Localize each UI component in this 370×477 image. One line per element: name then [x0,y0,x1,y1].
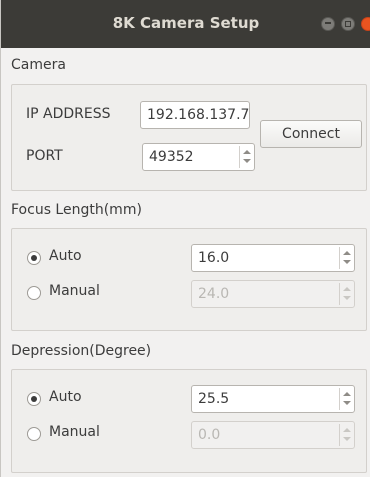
focus-manual-value: 24.0 [198,286,230,302]
depression-manual-radio[interactable] [27,427,41,441]
focus-manual-label: Manual [49,283,100,299]
depression-manual-stepper [339,424,352,446]
window-title: 8K Camera Setup [112,14,260,32]
spin-up-icon [343,287,351,291]
depression-section-label: Depression(Degree) [11,343,152,359]
depression-manual-value: 0.0 [198,427,221,443]
depression-manual-spinbox: 0.0 [191,421,355,449]
port-spinbox[interactable]: 49352 [142,143,255,171]
spin-down-icon [343,296,351,300]
focus-manual-stepper [339,283,352,305]
maximize-icon[interactable] [341,17,355,31]
spin-down-icon[interactable] [343,260,351,264]
connect-button[interactable]: Connect [260,120,362,148]
focus-manual-radio[interactable] [27,286,41,300]
depression-auto-label: Auto [49,389,82,405]
depression-manual-label: Manual [49,424,100,440]
camera-setup-window: 8K Camera Setup Camera IP ADDRESS 192.16… [0,0,370,477]
spin-down-icon[interactable] [243,159,251,163]
focus-auto-stepper[interactable] [339,247,352,269]
focus-group: Auto 16.0 Manual 24.0 [11,228,367,331]
focus-auto-spinbox[interactable]: 16.0 [191,244,355,272]
minimize-icon[interactable] [321,17,335,31]
focus-auto-label: Auto [49,248,82,264]
depression-auto-radio[interactable] [27,392,41,406]
focus-manual-spinbox: 24.0 [191,280,355,308]
camera-section-label: Camera [11,57,66,73]
ip-address-label: IP ADDRESS [26,106,111,122]
depression-group: Auto 25.5 Manual 0.0 [11,369,367,473]
focus-section-label: Focus Length(mm) [11,202,142,218]
focus-auto-value: 16.0 [198,250,230,266]
ip-address-input[interactable]: 192.168.137.70 [140,101,250,129]
close-icon[interactable] [361,17,370,31]
depression-auto-stepper[interactable] [339,388,352,410]
depression-auto-value: 25.5 [198,391,230,407]
title-bar[interactable]: 8K Camera Setup [1,0,370,48]
spin-up-icon[interactable] [343,392,351,396]
port-value: 49352 [149,149,194,165]
spin-up-icon[interactable] [343,251,351,255]
spin-up-icon [343,428,351,432]
port-label: PORT [26,148,63,164]
spin-down-icon[interactable] [343,401,351,405]
camera-group: IP ADDRESS 192.168.137.70 Connect PORT 4… [11,84,367,191]
spin-up-icon[interactable] [243,150,251,154]
spin-down-icon [343,437,351,441]
port-stepper[interactable] [239,146,252,168]
focus-auto-radio[interactable] [27,251,41,265]
depression-auto-spinbox[interactable]: 25.5 [191,385,355,413]
